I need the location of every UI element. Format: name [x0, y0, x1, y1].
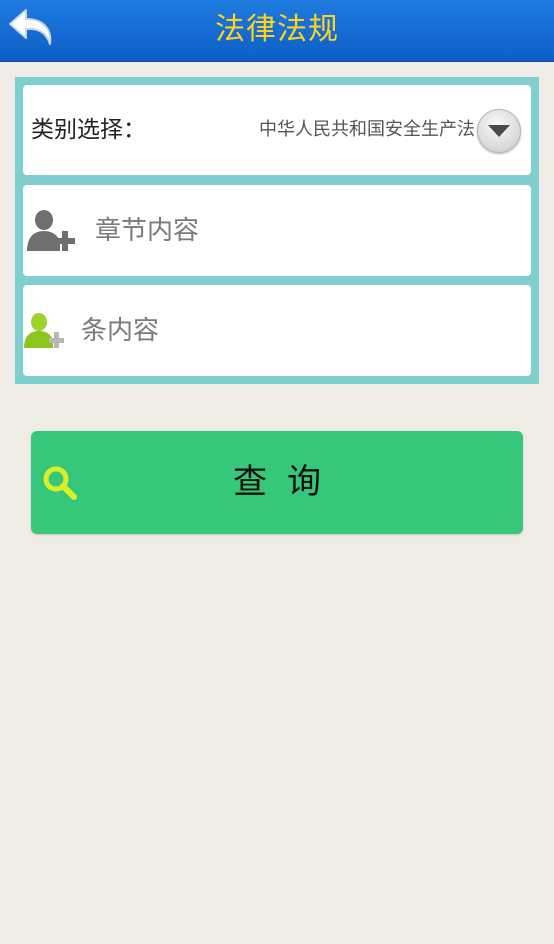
- article-row: [23, 285, 531, 376]
- header-bar: 法律法规: [0, 0, 554, 62]
- chapter-row: [23, 185, 531, 276]
- search-form-panel: 类别选择： 中华人民共和国安全生产法: [15, 77, 539, 384]
- category-select-value[interactable]: 中华人民共和国安全生产法: [259, 85, 475, 175]
- query-button[interactable]: 查询: [31, 431, 523, 534]
- chapter-input[interactable]: [95, 185, 515, 276]
- add-user-icon: [27, 210, 75, 251]
- article-input[interactable]: [81, 285, 511, 376]
- dropdown-arrow-icon: [488, 125, 510, 137]
- category-label: 类别选择：: [31, 117, 146, 143]
- add-user-green-icon: [24, 313, 64, 348]
- query-button-label: 查询: [233, 462, 341, 502]
- page-title: 法律法规: [215, 12, 339, 47]
- category-dropdown-button[interactable]: [477, 109, 521, 153]
- category-row: 类别选择： 中华人民共和国安全生产法: [23, 85, 531, 175]
